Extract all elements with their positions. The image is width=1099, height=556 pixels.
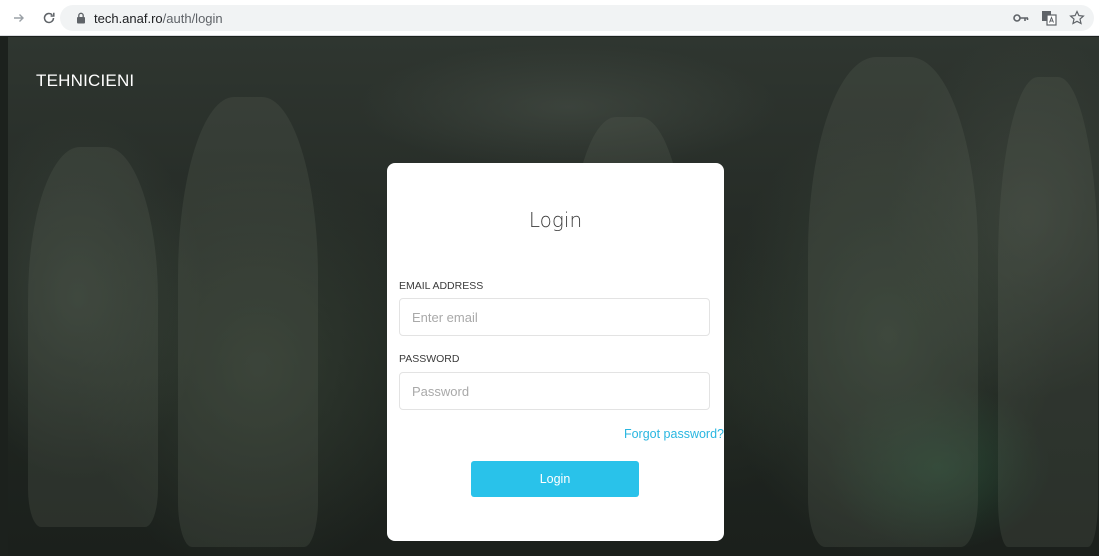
password-input[interactable] — [399, 372, 710, 410]
arrow-right-icon — [14, 13, 24, 22]
reload-icon — [43, 12, 55, 23]
brand-title[interactable]: TEHNICIENI — [36, 71, 134, 91]
browser-toolbar: tech.anaf.ro/auth/login — [0, 0, 1099, 36]
email-label: EMAIL ADDRESS — [399, 280, 484, 292]
reload-button[interactable] — [38, 7, 60, 29]
url-text: tech.anaf.ro/auth/login — [94, 11, 223, 26]
background-rock — [28, 147, 158, 527]
password-label: PASSWORD — [399, 353, 460, 365]
page-background: TEHNICIENI Login EMAIL ADDRESS PASSWORD … — [8, 37, 1099, 556]
star-icon[interactable] — [1068, 9, 1086, 27]
address-bar[interactable]: tech.anaf.ro/auth/login — [60, 5, 1094, 31]
background-rock — [808, 57, 978, 547]
url-host: tech.anaf.ro — [94, 10, 163, 26]
login-button[interactable]: Login — [471, 461, 639, 497]
background-rock — [178, 97, 318, 547]
background-rock — [998, 77, 1098, 547]
login-title: Login — [528, 208, 583, 232]
lock-icon — [74, 11, 88, 25]
translate-icon[interactable] — [1040, 9, 1058, 27]
email-input[interactable] — [399, 298, 710, 336]
url-path: /auth/login — [162, 10, 223, 26]
login-card: Login EMAIL ADDRESS PASSWORD Forgot pass… — [387, 163, 724, 541]
forward-button[interactable] — [8, 7, 30, 29]
forgot-password-link[interactable]: Forgot password? — [624, 427, 724, 441]
key-icon[interactable] — [1012, 9, 1030, 27]
